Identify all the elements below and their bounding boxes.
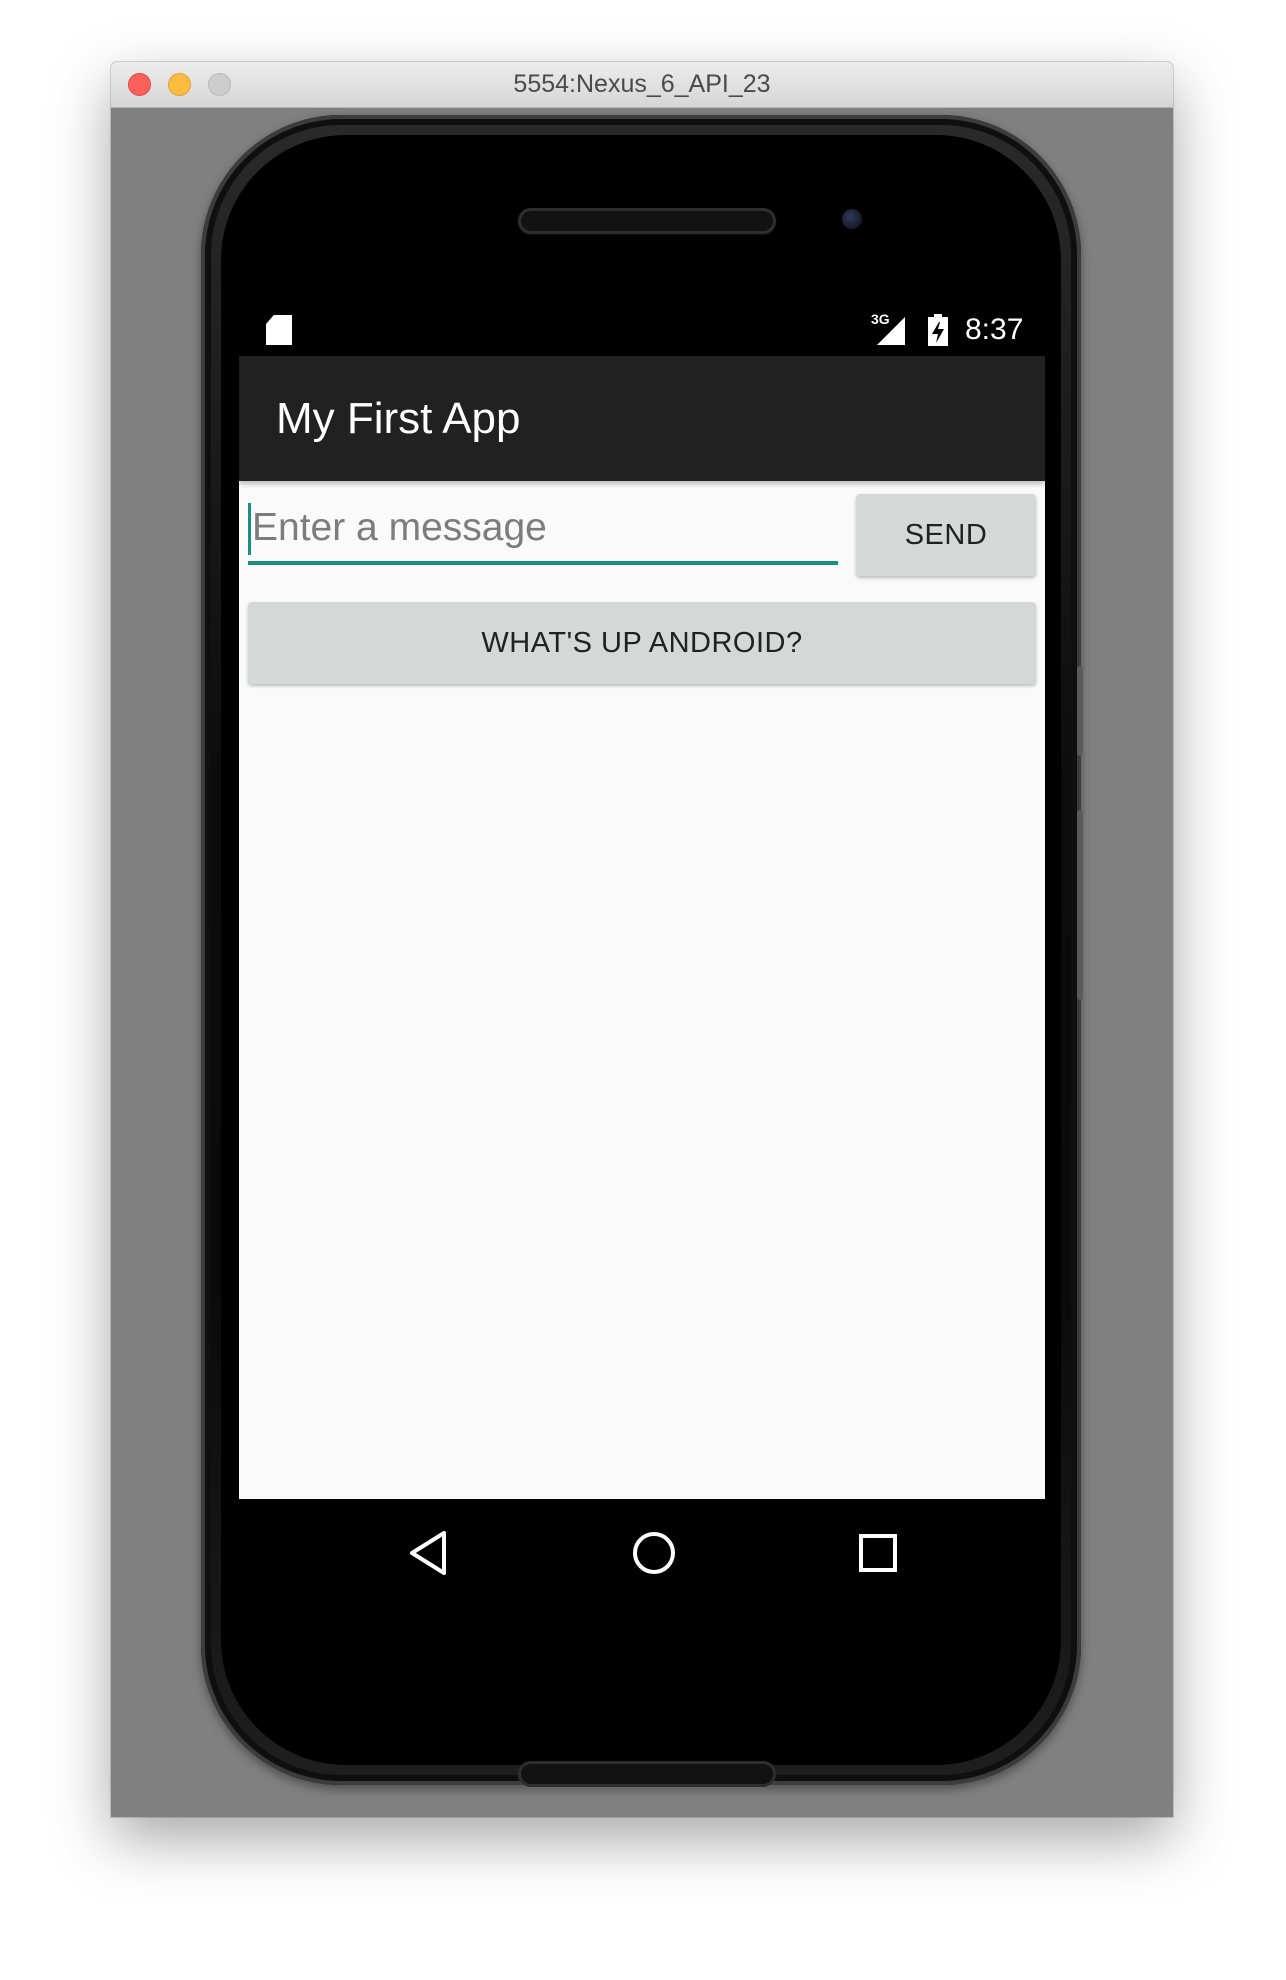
main-content: SEND WHAT'S UP ANDROID?	[239, 481, 1045, 1499]
window-titlebar[interactable]: 5554:Nexus_6_API_23	[111, 62, 1173, 108]
app-title: My First App	[276, 394, 521, 443]
whats-up-android-button[interactable]: WHAT'S UP ANDROID?	[248, 602, 1036, 684]
home-icon[interactable]	[622, 1521, 686, 1585]
battery-charging-icon	[928, 314, 948, 346]
recents-icon[interactable]	[846, 1521, 910, 1585]
app-toolbar: My First App	[239, 356, 1045, 481]
navigation-bar	[239, 1499, 1045, 1607]
front-camera	[842, 209, 862, 229]
sd-card-icon	[266, 315, 292, 345]
device-screen: 3G 8:37 My First App SEND WHAT'S UP ANDR…	[239, 302, 1045, 1628]
earpiece-speaker	[518, 208, 776, 234]
network-type-label: 3G	[871, 311, 890, 327]
volume-button[interactable]	[1077, 666, 1083, 756]
message-input[interactable]	[248, 495, 838, 565]
bottom-speaker	[518, 1761, 776, 1787]
send-button[interactable]: SEND	[856, 494, 1036, 576]
back-icon[interactable]	[398, 1521, 462, 1585]
emulator-window: 5554:Nexus_6_API_23 3G 8:37 My First App	[111, 62, 1173, 1817]
power-button[interactable]	[1077, 810, 1083, 1000]
status-clock: 8:37	[965, 313, 1024, 346]
window-title: 5554:Nexus_6_API_23	[513, 70, 771, 98]
text-cursor	[248, 503, 251, 555]
status-bar: 3G 8:37	[239, 302, 1045, 356]
